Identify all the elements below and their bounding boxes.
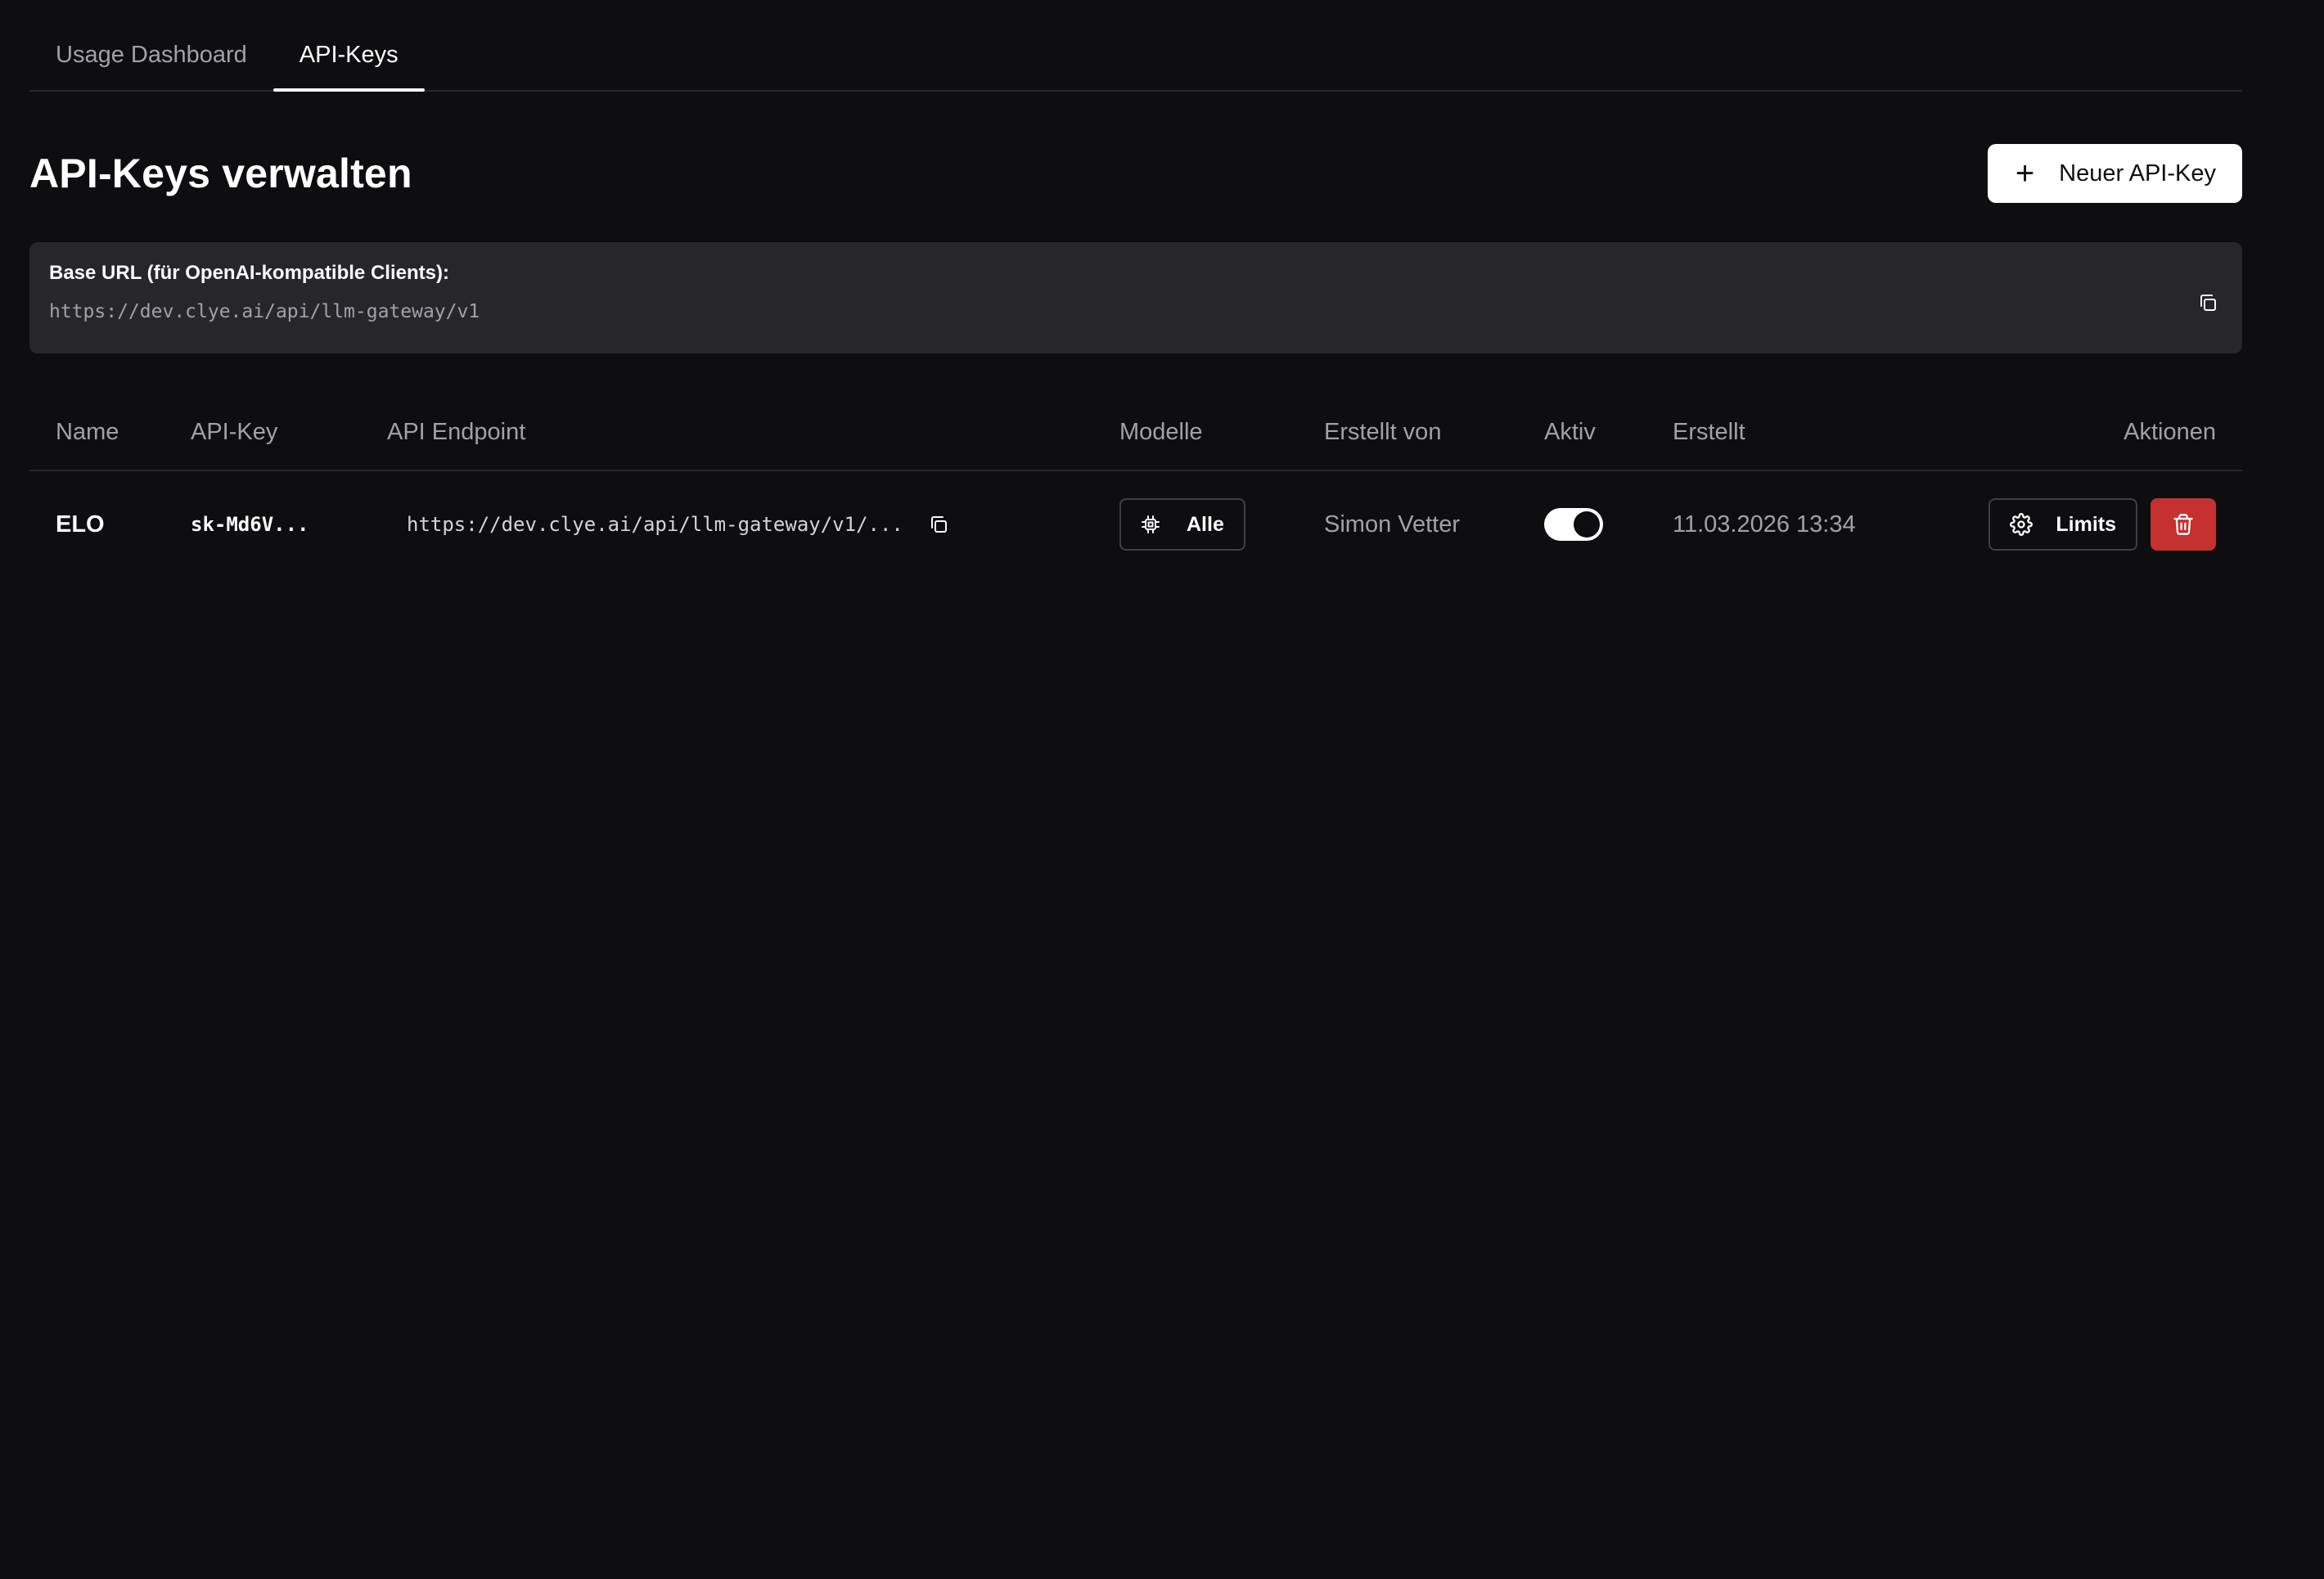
base-url-panel: Base URL (für OpenAI-kompatible Clients)… (29, 242, 2242, 353)
table-row: ELO sk-Md6V... https://dev.clye.ai/api/l… (29, 471, 2242, 578)
table-header: Name API-Key API Endpoint Modelle Erstel… (29, 396, 2242, 471)
page-header: API-Keys verwalten + Neuer API-Key (29, 144, 2242, 203)
column-header-api-key: API-Key (191, 419, 278, 445)
row-actions: Limits (1988, 471, 2216, 578)
row-active (1544, 471, 1603, 578)
copy-base-url-button[interactable] (2193, 288, 2223, 317)
delete-button[interactable] (2151, 498, 2216, 551)
plus-icon: + (2015, 155, 2035, 191)
models-label: Alle (1187, 512, 1224, 536)
api-keys-table: Name API-Key API Endpoint Modelle Erstel… (29, 396, 2242, 578)
page: Usage Dashboard API-Keys API-Keys verwal… (0, 0, 2324, 1579)
column-header-name: Name (56, 419, 119, 445)
main-content: Usage Dashboard API-Keys API-Keys verwal… (29, 0, 2242, 551)
tab-api-keys[interactable]: API-Keys (272, 42, 425, 92)
copy-icon (2200, 295, 2216, 311)
new-api-key-button[interactable]: + Neuer API-Key (1987, 144, 2242, 203)
column-header-actions: Aktionen (2124, 419, 2216, 445)
column-header-created: Erstellt (1673, 419, 1745, 445)
column-header-active: Aktiv (1544, 419, 1596, 445)
row-created: 11.03.2026 13:34 (1673, 511, 1856, 538)
column-header-endpoint: API Endpoint (387, 419, 526, 445)
row-endpoint-url: https://dev.clye.ai/api/llm-gateway/v1/.… (407, 513, 903, 536)
tab-bar: Usage Dashboard API-Keys (29, 0, 2242, 92)
tab-usage-dashboard[interactable]: Usage Dashboard (29, 42, 273, 90)
copy-icon (930, 516, 947, 533)
column-header-created-by: Erstellt von (1324, 419, 1442, 445)
base-url-value: https://dev.clye.ai/api/llm-gateway/v1 (49, 301, 480, 322)
chip-icon (1142, 515, 1160, 533)
trash-icon (2173, 514, 2193, 535)
gear-icon (2010, 513, 2034, 536)
page-title: API-Keys verwalten (29, 151, 412, 196)
row-models: Alle (1119, 471, 1245, 578)
limits-label: Limits (2056, 512, 2116, 536)
row-name: ELO (56, 511, 105, 538)
toggle-knob (1574, 511, 1600, 538)
row-api-key: sk-Md6V... (191, 513, 309, 536)
row-created-by: Simon Vetter (1324, 511, 1461, 538)
row-endpoint: https://dev.clye.ai/api/llm-gateway/v1/.… (407, 471, 951, 578)
models-button[interactable]: Alle (1119, 498, 1245, 551)
copy-endpoint-button[interactable] (926, 512, 951, 537)
column-header-models: Modelle (1119, 419, 1203, 445)
active-toggle[interactable] (1544, 508, 1603, 541)
new-api-key-label: Neuer API-Key (2059, 160, 2216, 187)
limits-button[interactable]: Limits (1988, 498, 2137, 551)
base-url-label: Base URL (für OpenAI-kompatible Clients)… (49, 262, 449, 284)
